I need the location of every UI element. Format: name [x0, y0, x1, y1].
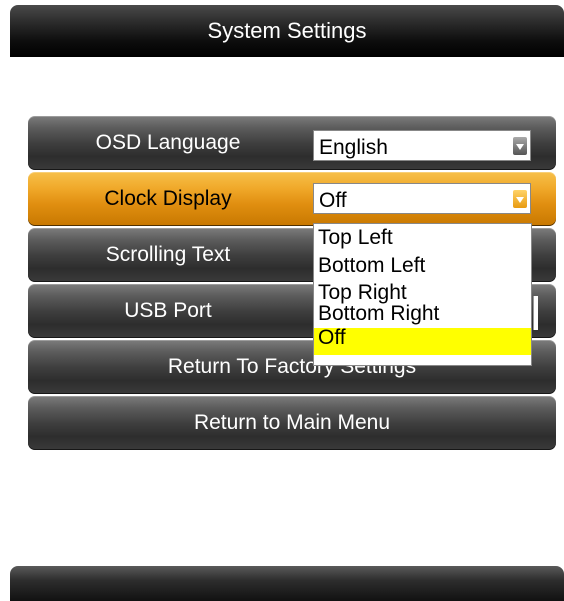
osd-language-select[interactable]: English: [313, 130, 531, 161]
window-title: System Settings: [10, 5, 564, 57]
menu-row-label: USB Port: [124, 299, 212, 322]
menu-row-osd-language[interactable]: OSD Language English: [28, 116, 556, 170]
dropdown-option-off[interactable]: Off: [314, 327, 531, 355]
usb-port-select-edge: [533, 296, 538, 330]
clock-display-dropdown-list: Top Left Bottom Left Top Right Bottom Ri…: [313, 223, 532, 366]
menu-row-main-menu[interactable]: Return to Main Menu: [28, 396, 556, 450]
chevron-down-icon[interactable]: [513, 190, 527, 208]
select-value: Off: [319, 189, 347, 212]
menu-row-label: Clock Display: [104, 187, 232, 210]
dropdown-option-top-right[interactable]: Top Right: [314, 280, 531, 304]
bottom-bar: [10, 566, 564, 601]
menu-row-clock-display[interactable]: Clock Display Off: [28, 172, 556, 226]
menu-row-label: Scrolling Text: [105, 243, 231, 266]
dropdown-option-top-left[interactable]: Top Left: [314, 224, 531, 252]
menu-row-label: OSD Language: [95, 131, 241, 154]
dropdown-option-bottom-left[interactable]: Bottom Left: [314, 252, 531, 280]
chevron-down-icon[interactable]: [513, 137, 527, 155]
menu-row-label: Return to Main Menu: [193, 411, 391, 434]
clock-display-select[interactable]: Off: [313, 183, 531, 214]
select-value: English: [319, 136, 388, 159]
dropdown-option-bottom-right[interactable]: Bottom Right: [314, 302, 531, 328]
